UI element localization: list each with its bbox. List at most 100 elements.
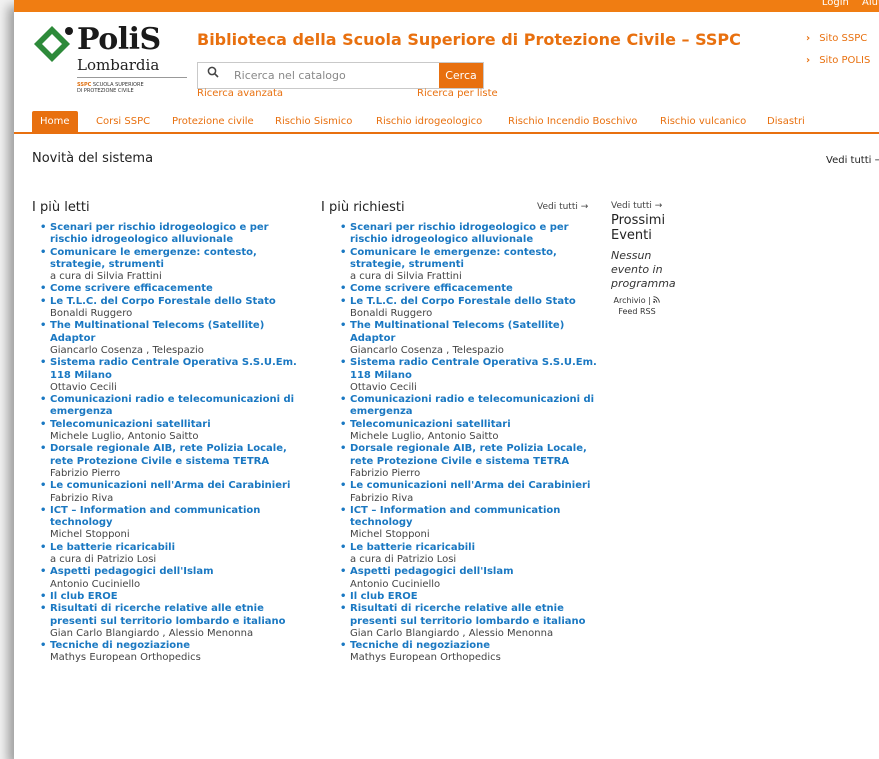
novita-vedi-tutti-link[interactable]: Vedi tutti → xyxy=(826,155,879,166)
book-title-link[interactable]: Sistema radio Centrale Operativa S.S.U.E… xyxy=(350,357,606,382)
bullet: • xyxy=(40,640,47,652)
search-button[interactable]: Cerca xyxy=(439,63,483,88)
search-by-list-link[interactable]: Ricerca per liste xyxy=(417,88,498,99)
screenshot-background: Login Aiuto PoliS Lombardia SSPC SCUOLA … xyxy=(0,0,879,759)
book-list-item: • Comunicazioni radio e telecomunicazioni… xyxy=(336,394,606,419)
bullet: • xyxy=(340,603,347,615)
book-title-link[interactable]: Aspetti pedagogici dell'Islam xyxy=(350,566,606,578)
chevron-right-icon: › xyxy=(806,55,811,66)
nav-rischio-vulcanico[interactable]: Rischio vulcanico xyxy=(660,111,746,132)
eventi-empty-message: Nessun evento in programma xyxy=(611,249,676,290)
book-author: Ottavio Cecili xyxy=(50,381,117,393)
novita-title: Novità del sistema xyxy=(32,151,154,166)
top-links: Login Aiuto xyxy=(812,0,879,8)
eventi-sidebar: Vedi tutti → Prossimi Eventi Nessun even… xyxy=(611,201,681,317)
polis-logo[interactable]: PoliS Lombardia SSPC SCUOLA SUPERIORE DI… xyxy=(32,22,187,104)
book-title-link[interactable]: Dorsale regionale AIB, rete Polizia Loca… xyxy=(50,443,306,468)
nav-rischio-idrogeologico[interactable]: Rischio idrogeologico xyxy=(376,111,482,132)
bullet: • xyxy=(340,541,347,553)
book-title-link[interactable]: Le batterie ricaricabili xyxy=(50,542,306,554)
book-title-link[interactable]: The Multinational Telecoms (Satellite) A… xyxy=(50,320,306,345)
book-author: Michele Luglio, Antonio Saitto xyxy=(50,431,199,443)
book-title-link[interactable]: Scenari per rischio idrogeologico e per … xyxy=(50,222,306,247)
site-title: Biblioteca della Scuola Superiore di Pro… xyxy=(197,30,741,49)
book-title-link[interactable]: Comunicare le emergenze: contesto, strat… xyxy=(50,247,306,272)
book-title-link[interactable]: Come scrivere efficacemente xyxy=(350,283,606,295)
book-author: Bonaldi Ruggero xyxy=(350,308,433,320)
book-list-item: • Comunicare le emergenze: contesto, stra… xyxy=(336,247,606,284)
book-author: a cura di Silvia Frattini xyxy=(50,271,162,283)
site-link-polis[interactable]: › Sito POLIS xyxy=(806,55,870,77)
advanced-search-link[interactable]: Ricerca avanzata xyxy=(197,88,283,99)
book-list-item: • Le comunicazioni nell'Arma dei Carabini… xyxy=(36,480,306,505)
eventi-vedi-tutti-link[interactable]: Vedi tutti → xyxy=(611,201,681,211)
bullet: • xyxy=(340,443,347,455)
login-link[interactable]: Login xyxy=(822,0,849,8)
book-title-link[interactable]: Tecniche di negoziazione xyxy=(50,640,306,652)
book-title-link[interactable]: Le batterie ricaricabili xyxy=(350,542,606,554)
book-title-link[interactable]: Tecniche di negoziazione xyxy=(350,640,606,652)
book-list-item: • Come scrivere efficacemente xyxy=(336,283,606,295)
search-input[interactable] xyxy=(232,65,426,86)
book-title-link[interactable]: Aspetti pedagogici dell'Islam xyxy=(50,566,306,578)
book-title-link[interactable]: Telecomunicazioni satellitari xyxy=(350,419,606,431)
book-title-link[interactable]: The Multinational Telecoms (Satellite) A… xyxy=(350,320,606,345)
book-title-link[interactable]: Le comunicazioni nell'Arma dei Carabinie… xyxy=(50,480,306,492)
book-author: Giancarlo Cosenza , Telespazio xyxy=(50,344,204,356)
bullet: • xyxy=(40,541,47,553)
book-list-item: • Risultati di ricerche relative alle etn… xyxy=(36,603,306,640)
book-list-item: • Risultati di ricerche relative alle etn… xyxy=(336,603,606,640)
bullet: • xyxy=(340,394,347,406)
nav-rischio-sismico[interactable]: Rischio Sismico xyxy=(275,111,352,132)
logo-subline: SSPC SCUOLA SUPERIORE DI PROTEZIONE CIVI… xyxy=(77,77,187,94)
book-title-link[interactable]: Il club EROE xyxy=(50,591,306,603)
book-title-link[interactable]: Comunicazioni radio e telecomunicazioni … xyxy=(50,394,306,419)
book-author: Bonaldi Ruggero xyxy=(50,308,133,320)
book-title-link[interactable]: Le T.L.C. del Corpo Forestale dello Stat… xyxy=(350,296,606,308)
book-list-item: • Scenari per rischio idrogeologico e per… xyxy=(336,222,606,247)
book-author: Michel Stopponi xyxy=(350,529,430,541)
bullet: • xyxy=(40,418,47,430)
book-author: a cura di Patrizio Losi xyxy=(350,554,457,566)
book-title-link[interactable]: Il club EROE xyxy=(350,591,606,603)
book-title-link[interactable]: Dorsale regionale AIB, rete Polizia Loca… xyxy=(350,443,606,468)
book-title-link[interactable]: Risultati di ricerche relative alle etni… xyxy=(350,603,606,628)
nav-rischio-incendio-boschivo[interactable]: Rischio Incendio Boschivo xyxy=(508,111,637,132)
book-title-link[interactable]: Come scrivere efficacemente xyxy=(50,283,306,295)
piu-richiesti-vedi-tutti-link[interactable]: Vedi tutti → xyxy=(537,202,588,212)
rss-icon[interactable] xyxy=(653,296,661,305)
book-author: Mathys European Orthopedics xyxy=(50,652,201,664)
book-list-item: • The Multinational Telecoms (Satellite) … xyxy=(36,320,306,357)
nav-home[interactable]: Home xyxy=(32,111,78,132)
book-title-link[interactable]: Telecomunicazioni satellitari xyxy=(50,419,306,431)
bullet: • xyxy=(40,394,47,406)
bullet: • xyxy=(40,246,47,258)
help-link[interactable]: Aiuto xyxy=(862,0,879,8)
book-title-link[interactable]: Risultati di ricerche relative alle etni… xyxy=(50,603,306,628)
bullet: • xyxy=(40,320,47,332)
book-list-item: • Aspetti pedagogici dell'Islam Antonio Cu… xyxy=(36,566,306,591)
book-title-link[interactable]: Comunicazioni radio e telecomunicazioni … xyxy=(350,394,606,419)
book-list-item: • Come scrivere efficacemente xyxy=(36,283,306,295)
book-title-link[interactable]: Sistema radio Centrale Operativa S.S.U.E… xyxy=(50,357,306,382)
book-title-link[interactable]: Scenari per rischio idrogeologico e per … xyxy=(350,222,606,247)
piu-letti-title: I più letti xyxy=(32,200,90,215)
book-title-link[interactable]: Le T.L.C. del Corpo Forestale dello Stat… xyxy=(50,296,306,308)
archivio-link[interactable]: Archivio xyxy=(614,296,646,305)
nav-corsi-sspc[interactable]: Corsi SSPC xyxy=(96,111,150,132)
book-title-link[interactable]: ICT – Information and communication tech… xyxy=(50,505,306,530)
top-bar: Login Aiuto xyxy=(14,0,879,12)
bullet: • xyxy=(40,566,47,578)
bullet: • xyxy=(40,295,47,307)
book-title-link[interactable]: ICT – Information and communication tech… xyxy=(350,505,606,530)
book-title-link[interactable]: Le comunicazioni nell'Arma dei Carabinie… xyxy=(350,480,606,492)
nav-disastri[interactable]: Disastri xyxy=(767,111,805,132)
book-title-link[interactable]: Comunicare le emergenze: contesto, strat… xyxy=(350,247,606,272)
nav-protezione-civile[interactable]: Protezione civile xyxy=(172,111,254,132)
bullet: • xyxy=(340,222,347,233)
site-link-sspc[interactable]: › Sito SSPC xyxy=(806,33,870,55)
chevron-right-icon: › xyxy=(806,33,811,44)
bullet: • xyxy=(340,320,347,332)
feed-rss-link[interactable]: Feed RSS xyxy=(618,307,655,316)
book-list-item: • Le batterie ricaricabili a cura di Patri… xyxy=(36,542,306,567)
